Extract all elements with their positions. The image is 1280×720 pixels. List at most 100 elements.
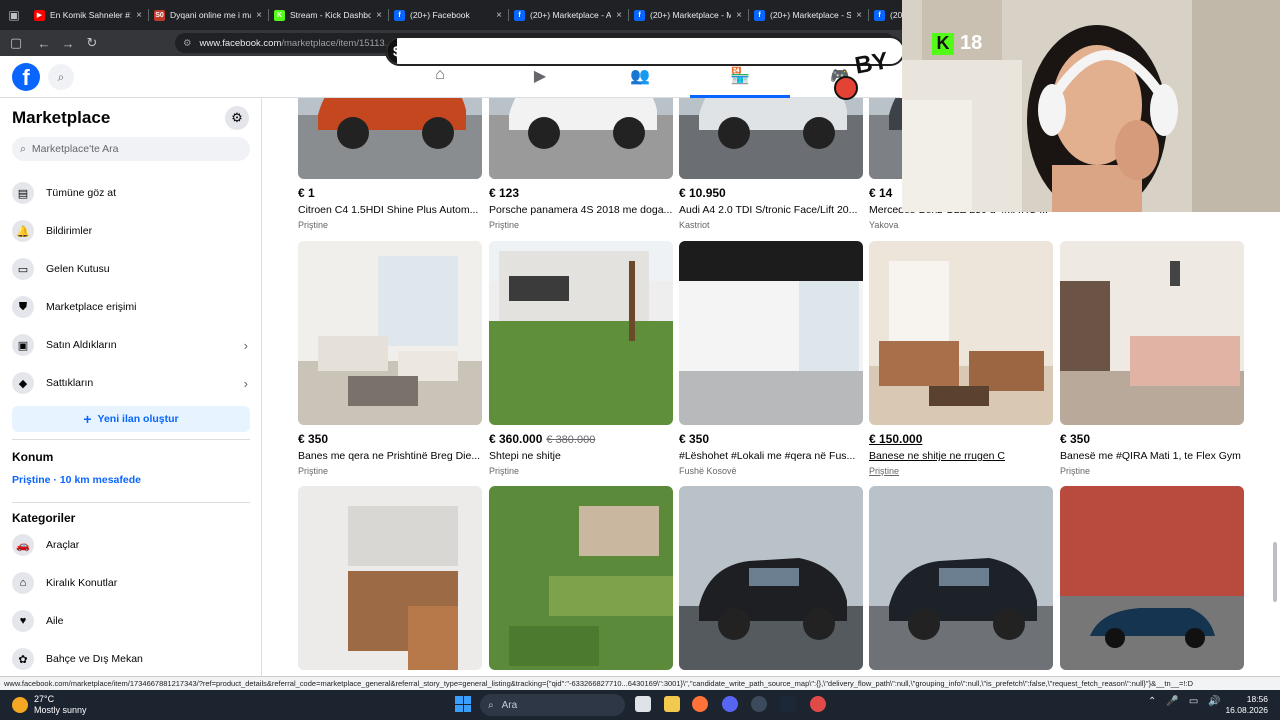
browser-tab[interactable]: f (20+) Facebook × xyxy=(388,4,508,26)
scrollbar[interactable] xyxy=(1273,542,1277,602)
marketplace-sidebar: Marketplace ⚙ ⌕ Marketplace'te Ara ▤ Tüm… xyxy=(0,98,262,676)
listing-card[interactable]: € 350 #Lëshohet #Lokali me #qera në Fus..… xyxy=(679,241,863,476)
listing-card[interactable]: € 350 Banesë me #QIRA Mati 1, te Flex Gym… xyxy=(1060,241,1244,476)
app-icon[interactable] xyxy=(751,696,767,712)
volume-icon[interactable]: 🔊 xyxy=(1208,696,1220,707)
marketplace-search-input[interactable]: ⌕ Marketplace'te Ara xyxy=(12,137,250,161)
microphone-icon[interactable]: 🎤 xyxy=(1166,696,1178,707)
firefox-icon[interactable] xyxy=(692,696,708,712)
tab-favicon-icon: ▶ xyxy=(34,9,45,21)
discord-icon[interactable] xyxy=(722,696,738,712)
sidebar-item[interactable]: ▭ Gelen Kutusu xyxy=(12,253,250,285)
sidebar-item-label: Tümüne göz at xyxy=(46,187,117,199)
reload-icon[interactable]: ↻ xyxy=(80,35,104,51)
listing-photo[interactable] xyxy=(1060,486,1244,670)
listing-card[interactable]: € 10.950 Audi A4 2.0 TDI S/tronic Face/Li… xyxy=(679,98,863,230)
listing-photo[interactable] xyxy=(679,486,863,670)
category-item[interactable]: ✿ Bahçe ve Dış Mekan xyxy=(12,643,250,675)
listing-photo[interactable] xyxy=(489,98,673,179)
sidebar-item-label: Sattıkların xyxy=(46,377,94,389)
listing-title: Porsche panamera 4S 2018 me doga... xyxy=(489,204,673,216)
tab-title: (20+) Facebook xyxy=(410,10,470,20)
listing-title: #Lëshohet #Lokali me #qera në Fus... xyxy=(679,450,856,462)
browser-tab[interactable]: K Stream - Kick Dashboa × xyxy=(268,4,388,26)
gear-icon[interactable]: ⚙ xyxy=(225,106,249,130)
category-item[interactable]: 🚗 Araçlar xyxy=(12,529,250,561)
sidebar-item[interactable]: ▣ Satın Aldıkların › xyxy=(12,329,250,361)
listing-card[interactable] xyxy=(298,486,482,670)
close-icon[interactable]: × xyxy=(376,10,382,21)
kick-logo-icon: K xyxy=(932,32,954,55)
weather-desc: Mostly sunny xyxy=(34,705,87,715)
listing-price: € 150.000 xyxy=(869,432,923,446)
browser-tab[interactable]: f (20+) Marketplace - M × xyxy=(628,4,748,26)
sidebar-item[interactable]: ◆ Sattıkların › xyxy=(12,367,250,399)
location-link[interactable]: Priştine · 10 km mesafede xyxy=(12,474,141,486)
chevron-up-icon[interactable]: ⌃ xyxy=(1148,696,1156,707)
forward-icon[interactable]: → xyxy=(56,36,80,51)
listing-card[interactable]: € 150.000 Banese ne shitje ne rrugen C Pri… xyxy=(869,241,1053,476)
facebook-logo-icon[interactable]: f xyxy=(12,63,40,91)
category-item[interactable]: ⌂ Kiralık Konutlar xyxy=(12,567,250,599)
steam-icon[interactable] xyxy=(780,696,796,712)
listing-card[interactable] xyxy=(679,486,863,670)
sidebar-item[interactable]: ▤ Tümüne göz at xyxy=(12,177,250,209)
sidebar-item[interactable]: 🔔 Bildirimler xyxy=(12,215,250,247)
listing-card[interactable] xyxy=(489,486,673,670)
listing-title: Citroen C4 1.5HDI Shine Plus Autom... xyxy=(298,204,479,216)
browser-tab[interactable]: ▶ En Komik Sahneler #1 | × xyxy=(28,4,148,26)
sidebar-toggle-icon[interactable]: ▢ xyxy=(0,35,32,51)
back-icon[interactable]: ← xyxy=(32,36,56,51)
listing-photo[interactable] xyxy=(869,486,1053,670)
listing-photo[interactable] xyxy=(869,241,1053,425)
watch-icon[interactable]: ▶ xyxy=(490,62,590,98)
start-button-icon[interactable] xyxy=(455,696,471,712)
listing-photo[interactable] xyxy=(679,241,863,425)
listing-card[interactable]: € 1 Citroen C4 1.5HDI Shine Plus Autom...… xyxy=(298,98,482,230)
browser-tab[interactable]: f (20+) Marketplace - Sh × xyxy=(748,4,868,26)
friends-icon[interactable]: 👥 xyxy=(590,62,690,98)
listing-card[interactable]: € 350 Banes me qera ne Prishtinë Breg Die… xyxy=(298,241,482,476)
chevron-right-icon: › xyxy=(243,337,248,353)
home-icon[interactable]: ⌂ xyxy=(390,62,490,98)
listing-card[interactable]: € 360.000 € 380.000 Shtepi ne shitje Prişti… xyxy=(489,241,673,476)
listing-photo[interactable] xyxy=(298,241,482,425)
task-view-icon[interactable] xyxy=(635,696,651,712)
category-label: Bahçe ve Dış Mekan xyxy=(46,653,143,665)
browser-icon[interactable] xyxy=(810,696,826,712)
weather-widget[interactable]: 27°C Mostly sunny xyxy=(12,694,87,716)
close-icon[interactable]: × xyxy=(496,10,502,21)
category-item[interactable]: ♥ Aile xyxy=(12,605,250,637)
listing-photo[interactable] xyxy=(489,241,673,425)
listing-photo[interactable] xyxy=(1060,241,1244,425)
listing-photo[interactable] xyxy=(298,486,482,670)
file-explorer-icon[interactable] xyxy=(664,696,680,712)
listing-card[interactable] xyxy=(869,486,1053,670)
browser-tab[interactable]: f (20+) Marketplace - Au × xyxy=(508,4,628,26)
close-icon[interactable]: × xyxy=(736,10,742,21)
tab-title: Stream - Kick Dashboa xyxy=(290,10,372,20)
sidebar-item[interactable]: ⛊ Marketplace erişimi xyxy=(12,291,250,323)
listing-photo[interactable] xyxy=(679,98,863,179)
close-icon[interactable]: × xyxy=(136,10,142,21)
close-icon[interactable]: × xyxy=(616,10,622,21)
new-listing-button[interactable]: + Yeni ilan oluştur xyxy=(12,406,250,432)
browser-tab[interactable]: S0 Dyqani online me i ma × xyxy=(148,4,268,26)
sidebar-item-label: Marketplace erişimi xyxy=(46,301,137,313)
network-icon[interactable]: ▭ xyxy=(1189,696,1198,707)
site-info-icon[interactable]: ⚙ xyxy=(183,38,192,49)
close-icon[interactable]: × xyxy=(856,10,862,21)
tab-overview-icon[interactable]: ▣ xyxy=(0,0,28,30)
listing-location: Priştine xyxy=(298,466,329,476)
marketplace-icon[interactable]: 🏪 xyxy=(690,62,790,98)
listing-old-price: € 380.000 xyxy=(546,434,596,446)
listing-card[interactable]: € 123 Porsche panamera 4S 2018 me doga...… xyxy=(489,98,673,230)
search-icon[interactable]: ⌕ xyxy=(48,64,74,90)
listing-photo[interactable] xyxy=(489,486,673,670)
close-icon[interactable]: × xyxy=(256,10,262,21)
listing-card[interactable] xyxy=(1060,486,1244,670)
heart-icon: ♥ xyxy=(12,610,34,632)
clock[interactable]: 18:56 16.08.2026 xyxy=(1224,694,1268,716)
taskbar-search[interactable]: ⌕ Ara xyxy=(480,694,625,716)
listing-photo[interactable] xyxy=(298,98,482,179)
